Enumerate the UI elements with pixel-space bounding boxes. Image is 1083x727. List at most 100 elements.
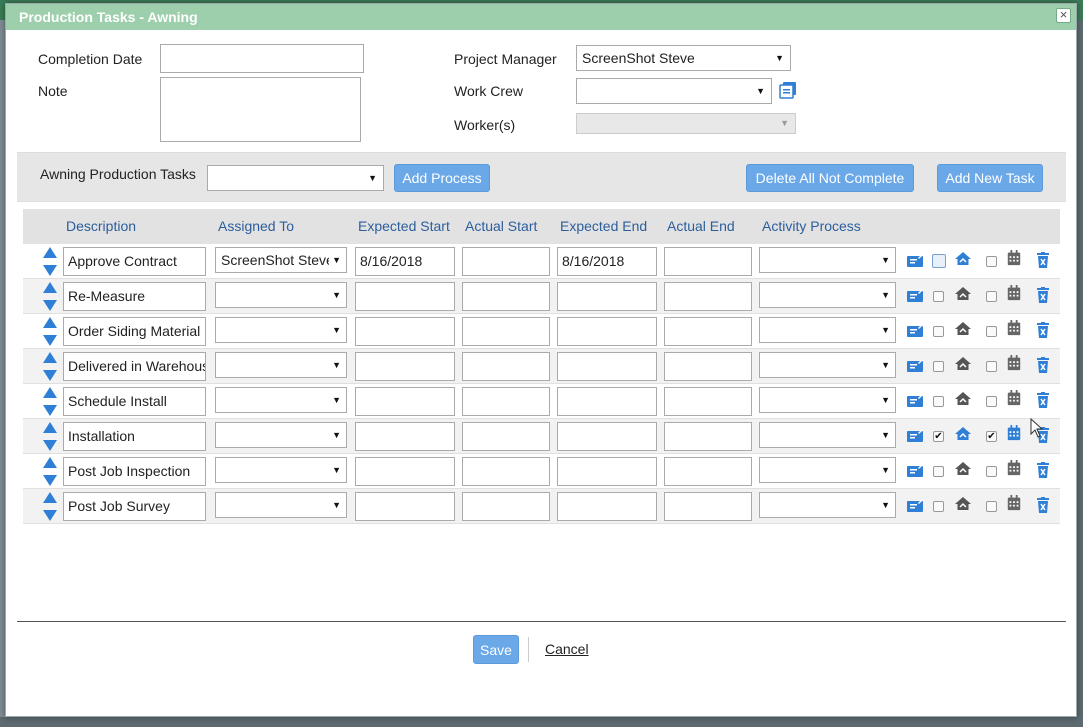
notes-icon[interactable] bbox=[907, 463, 923, 479]
activity-process-select[interactable]: ▼ bbox=[759, 387, 896, 413]
expected-end-input[interactable] bbox=[557, 352, 657, 381]
calendar-icon[interactable] bbox=[1006, 320, 1022, 336]
customer-visible-checkbox[interactable] bbox=[986, 501, 997, 512]
add-process-button[interactable]: Add Process bbox=[394, 164, 490, 192]
actual-end-input[interactable] bbox=[664, 317, 752, 346]
customer-visible-checkbox[interactable] bbox=[986, 361, 997, 372]
calendar-icon[interactable] bbox=[1006, 460, 1022, 476]
actual-end-input[interactable] bbox=[664, 387, 752, 416]
expected-start-input[interactable] bbox=[355, 317, 455, 346]
task-checkbox[interactable] bbox=[933, 501, 944, 512]
house-icon[interactable] bbox=[955, 321, 971, 337]
work-crew-select[interactable]: ▼ bbox=[576, 78, 772, 104]
actual-start-input[interactable] bbox=[462, 492, 550, 521]
expected-start-input[interactable] bbox=[355, 457, 455, 486]
calendar-icon[interactable] bbox=[1006, 495, 1022, 511]
assigned-to-select[interactable]: ScreenShot Steve ▼ bbox=[215, 247, 347, 273]
actual-end-input[interactable] bbox=[664, 247, 752, 276]
customer-visible-checkbox[interactable]: ✔ bbox=[986, 431, 997, 442]
notes-icon[interactable] bbox=[907, 323, 923, 339]
task-description-input[interactable]: Installation bbox=[63, 422, 206, 451]
actual-start-input[interactable] bbox=[462, 247, 550, 276]
activity-process-select[interactable]: ▼ bbox=[759, 247, 896, 273]
note-textarea[interactable] bbox=[160, 77, 361, 142]
task-description-input[interactable]: Approve Contract bbox=[63, 247, 206, 276]
expected-end-input[interactable]: 8/16/2018 bbox=[557, 247, 657, 276]
reorder-arrows-icon[interactable] bbox=[42, 386, 58, 417]
task-checkbox[interactable] bbox=[933, 291, 944, 302]
customer-visible-checkbox[interactable] bbox=[986, 326, 997, 337]
task-checkbox[interactable] bbox=[932, 254, 946, 268]
notes-icon[interactable] bbox=[907, 393, 923, 409]
activity-process-select[interactable]: ▼ bbox=[759, 492, 896, 518]
task-checkbox[interactable] bbox=[933, 361, 944, 372]
delete-icon[interactable] bbox=[1035, 497, 1051, 513]
actual-start-input[interactable] bbox=[462, 352, 550, 381]
assigned-to-select[interactable]: ▼ bbox=[215, 352, 347, 378]
crew-list-icon[interactable] bbox=[779, 81, 797, 99]
assigned-to-select[interactable]: ▼ bbox=[215, 282, 347, 308]
actual-end-input[interactable] bbox=[664, 422, 752, 451]
project-manager-select[interactable]: ScreenShot Steve ▼ bbox=[576, 45, 791, 71]
expected-end-input[interactable] bbox=[557, 422, 657, 451]
notes-icon[interactable] bbox=[907, 358, 923, 374]
reorder-arrows-icon[interactable] bbox=[42, 421, 58, 452]
customer-visible-checkbox[interactable] bbox=[986, 396, 997, 407]
house-icon[interactable] bbox=[955, 286, 971, 302]
task-checkbox[interactable] bbox=[933, 466, 944, 477]
house-icon[interactable] bbox=[955, 496, 971, 512]
delete-icon[interactable] bbox=[1035, 252, 1051, 268]
task-description-input[interactable]: Re-Measure bbox=[63, 282, 206, 311]
task-description-input[interactable]: Post Job Survey bbox=[63, 492, 206, 521]
activity-process-select[interactable]: ▼ bbox=[759, 282, 896, 308]
assigned-to-select[interactable]: ▼ bbox=[215, 457, 347, 483]
delete-icon[interactable] bbox=[1035, 287, 1051, 303]
actual-start-input[interactable] bbox=[462, 457, 550, 486]
save-button[interactable]: Save bbox=[473, 635, 519, 664]
delete-all-not-complete-button[interactable]: Delete All Not Complete bbox=[746, 164, 914, 192]
activity-process-select[interactable]: ▼ bbox=[759, 352, 896, 378]
add-new-task-button[interactable]: Add New Task bbox=[937, 164, 1043, 192]
notes-icon[interactable] bbox=[907, 428, 923, 444]
calendar-icon[interactable] bbox=[1006, 425, 1022, 441]
task-checkbox[interactable] bbox=[933, 396, 944, 407]
task-checkbox[interactable] bbox=[933, 326, 944, 337]
reorder-arrows-icon[interactable] bbox=[42, 316, 58, 347]
assigned-to-select[interactable]: ▼ bbox=[215, 492, 347, 518]
reorder-arrows-icon[interactable] bbox=[42, 491, 58, 522]
expected-end-input[interactable] bbox=[557, 457, 657, 486]
expected-start-input[interactable] bbox=[355, 422, 455, 451]
house-icon[interactable] bbox=[955, 356, 971, 372]
actual-start-input[interactable] bbox=[462, 282, 550, 311]
notes-icon[interactable] bbox=[907, 288, 923, 304]
expected-start-input[interactable] bbox=[355, 492, 455, 521]
close-button[interactable]: × bbox=[1056, 8, 1071, 23]
activity-process-select[interactable]: ▼ bbox=[759, 317, 896, 343]
calendar-icon[interactable] bbox=[1006, 285, 1022, 301]
expected-end-input[interactable] bbox=[557, 387, 657, 416]
expected-end-input[interactable] bbox=[557, 317, 657, 346]
production-tasks-select[interactable]: ▼ bbox=[207, 165, 384, 191]
reorder-arrows-icon[interactable] bbox=[42, 456, 58, 487]
assigned-to-select[interactable]: ▼ bbox=[215, 387, 347, 413]
assigned-to-select[interactable]: ▼ bbox=[215, 422, 347, 448]
customer-visible-checkbox[interactable] bbox=[986, 291, 997, 302]
task-description-input[interactable]: Schedule Install bbox=[63, 387, 206, 416]
expected-start-input[interactable] bbox=[355, 282, 455, 311]
actual-end-input[interactable] bbox=[664, 457, 752, 486]
actual-start-input[interactable] bbox=[462, 317, 550, 346]
calendar-icon[interactable] bbox=[1006, 250, 1022, 266]
reorder-arrows-icon[interactable] bbox=[42, 246, 58, 277]
reorder-arrows-icon[interactable] bbox=[42, 281, 58, 312]
house-icon[interactable] bbox=[955, 426, 971, 442]
house-icon[interactable] bbox=[955, 251, 971, 267]
delete-icon[interactable] bbox=[1035, 462, 1051, 478]
actual-start-input[interactable] bbox=[462, 387, 550, 416]
actual-end-input[interactable] bbox=[664, 352, 752, 381]
expected-start-input[interactable] bbox=[355, 352, 455, 381]
reorder-arrows-icon[interactable] bbox=[42, 351, 58, 382]
delete-icon[interactable] bbox=[1035, 322, 1051, 338]
actual-start-input[interactable] bbox=[462, 422, 550, 451]
expected-end-input[interactable] bbox=[557, 492, 657, 521]
expected-start-input[interactable]: 8/16/2018 bbox=[355, 247, 455, 276]
